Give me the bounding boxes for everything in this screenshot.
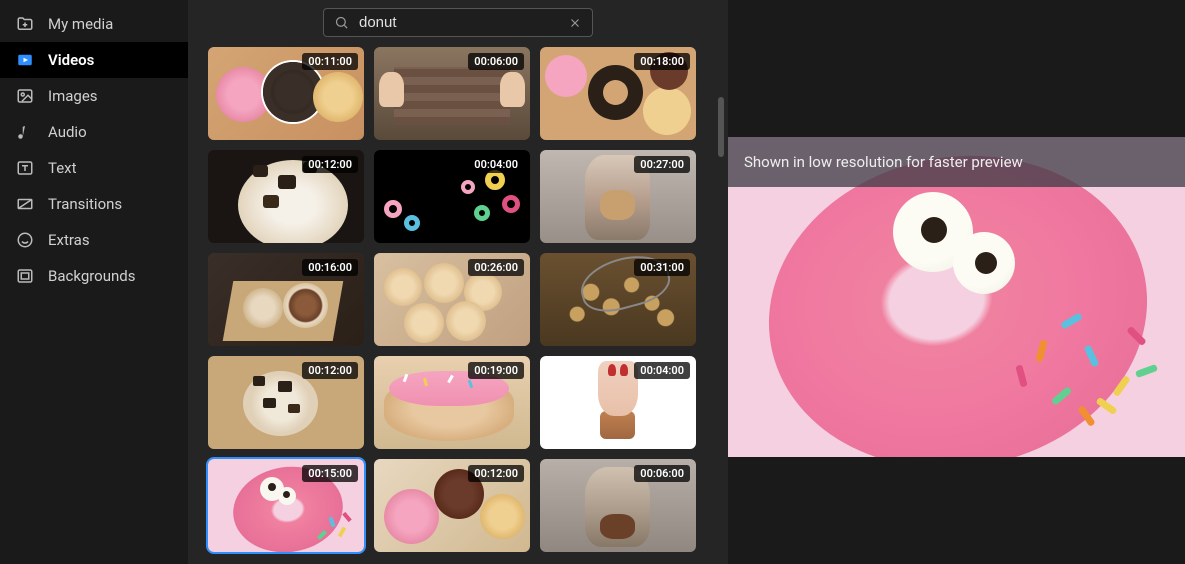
sidebar-item-label: My media xyxy=(48,15,113,33)
duration-badge: 00:12:00 xyxy=(302,362,358,379)
duration-badge: 00:16:00 xyxy=(302,259,358,276)
image-icon xyxy=(16,87,34,105)
backgrounds-icon xyxy=(16,267,34,285)
search-box[interactable] xyxy=(323,8,593,37)
scrollbar-thumb[interactable] xyxy=(718,97,724,157)
media-thumb[interactable]: 00:06:00 xyxy=(374,47,530,140)
duration-badge: 00:12:00 xyxy=(468,465,524,482)
duration-badge: 00:19:00 xyxy=(468,362,524,379)
sidebar-item-transitions[interactable]: Transitions xyxy=(0,186,188,222)
text-icon xyxy=(16,159,34,177)
duration-badge: 00:04:00 xyxy=(634,362,690,379)
duration-badge: 00:15:00 xyxy=(302,465,358,482)
duration-badge: 00:06:00 xyxy=(634,465,690,482)
media-grid-scroll[interactable]: 00:11:00 00:06:00 00:18:00 xyxy=(188,47,728,564)
search-input[interactable] xyxy=(359,14,558,31)
transitions-icon xyxy=(16,195,34,213)
media-thumb[interactable]: 00:15:00 xyxy=(208,459,364,552)
duration-badge: 00:04:00 xyxy=(468,156,524,173)
sidebar-item-images[interactable]: Images xyxy=(0,78,188,114)
folder-icon xyxy=(16,15,34,33)
media-thumb[interactable]: 00:12:00 xyxy=(374,459,530,552)
sidebar-item-my-media[interactable]: My media xyxy=(0,6,188,42)
media-grid: 00:11:00 00:06:00 00:18:00 xyxy=(208,47,708,552)
sidebar-item-label: Images xyxy=(48,87,98,105)
clear-search-icon[interactable] xyxy=(568,16,582,30)
duration-badge: 00:06:00 xyxy=(468,53,524,70)
preview-image: Shown in low resolution for faster previ… xyxy=(728,137,1185,457)
search-row xyxy=(188,0,728,47)
audio-icon xyxy=(16,123,34,141)
media-thumb[interactable]: 00:31:00 xyxy=(540,253,696,346)
duration-badge: 00:27:00 xyxy=(634,156,690,173)
sidebar-item-label: Transitions xyxy=(48,195,122,213)
media-thumb[interactable]: 00:06:00 xyxy=(540,459,696,552)
sidebar-item-label: Backgrounds xyxy=(48,267,135,285)
media-panel: 00:11:00 00:06:00 00:18:00 xyxy=(188,0,728,564)
sidebar-item-label: Extras xyxy=(48,231,90,249)
duration-badge: 00:11:00 xyxy=(302,53,358,70)
sidebar-item-audio[interactable]: Audio xyxy=(0,114,188,150)
media-thumb[interactable]: 00:04:00 xyxy=(374,150,530,243)
media-thumb[interactable]: 00:04:00 xyxy=(540,356,696,449)
sidebar-item-extras[interactable]: Extras xyxy=(0,222,188,258)
media-thumb[interactable]: 00:11:00 xyxy=(208,47,364,140)
sidebar-item-videos[interactable]: Videos xyxy=(0,42,188,78)
media-thumb[interactable]: 00:16:00 xyxy=(208,253,364,346)
preview-panel: Shown in low resolution for faster previ… xyxy=(728,0,1185,564)
video-icon xyxy=(16,51,34,69)
sidebar-item-backgrounds[interactable]: Backgrounds xyxy=(0,258,188,294)
duration-badge: 00:12:00 xyxy=(302,156,358,173)
duration-badge: 00:18:00 xyxy=(634,53,690,70)
duration-badge: 00:31:00 xyxy=(634,259,690,276)
sidebar-item-label: Audio xyxy=(48,123,87,141)
media-thumb[interactable]: 00:12:00 xyxy=(208,150,364,243)
media-thumb[interactable]: 00:18:00 xyxy=(540,47,696,140)
preview-banner: Shown in low resolution for faster previ… xyxy=(728,137,1185,187)
media-thumb[interactable]: 00:27:00 xyxy=(540,150,696,243)
sidebar-item-label: Text xyxy=(48,159,77,177)
sidebar-item-text[interactable]: Text xyxy=(0,150,188,186)
media-thumb[interactable]: 00:26:00 xyxy=(374,253,530,346)
media-thumb[interactable]: 00:12:00 xyxy=(208,356,364,449)
extras-icon xyxy=(16,231,34,249)
search-icon xyxy=(334,15,349,30)
media-thumb[interactable]: 00:19:00 xyxy=(374,356,530,449)
sidebar: My media Videos Images Audio Text Transi… xyxy=(0,0,188,564)
sidebar-item-label: Videos xyxy=(48,51,94,69)
duration-badge: 00:26:00 xyxy=(468,259,524,276)
